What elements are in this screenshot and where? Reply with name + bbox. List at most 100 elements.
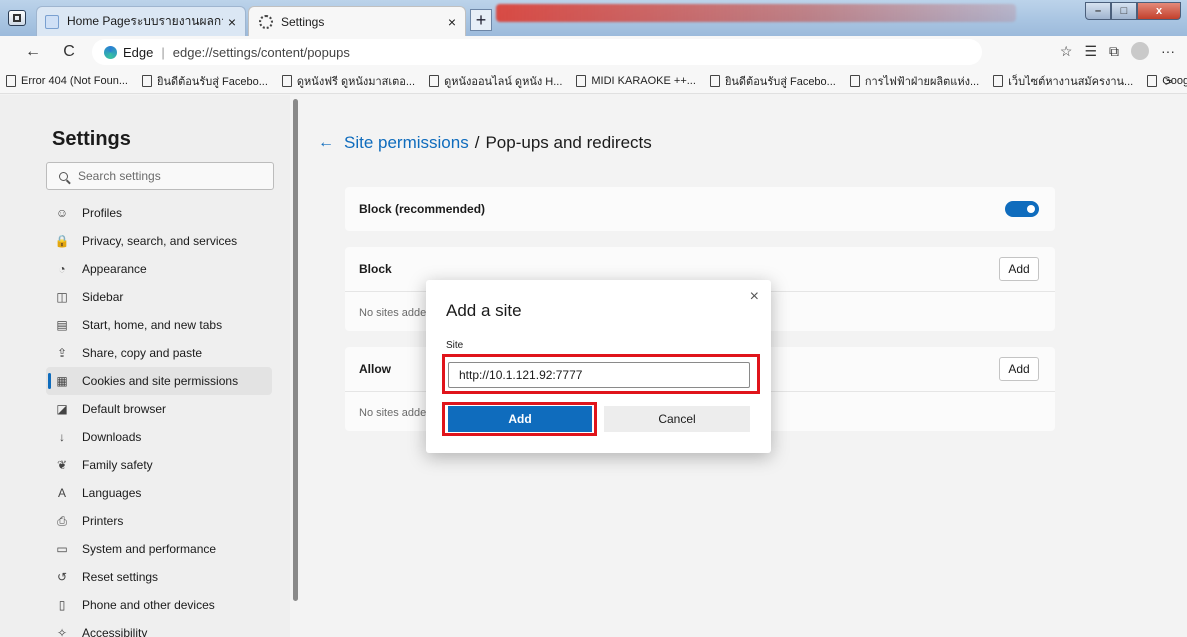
window-controls: – □ x <box>1085 2 1181 20</box>
refresh-button[interactable]: C <box>56 43 82 61</box>
reset-icon: ↺ <box>56 570 68 584</box>
breadcrumb-link[interactable]: Site permissions <box>344 133 469 153</box>
favorite-label: ยินดีต้อนรับสู่ Facebo... <box>724 75 836 88</box>
sidebar-item-reset-settings[interactable]: ↺ Reset settings <box>46 563 272 591</box>
favorite-label: การไฟฟ้าฝ่ายผลิตแห่ง... <box>864 75 980 88</box>
favorite-item[interactable]: ดูหนังออนไลน์ ดูหนัง H... <box>429 72 562 90</box>
block-empty-text: No sites added <box>359 307 433 319</box>
url-brand: Edge <box>123 44 154 60</box>
sidebar-item-label: Phone and other devices <box>82 598 215 612</box>
sidebar-item-default-browser[interactable]: ◪ Default browser <box>46 395 272 423</box>
sidebar-item-share-copy-and-paste[interactable]: ⇪ Share, copy and paste <box>46 339 272 367</box>
favorites-list-icon[interactable]: ☰ <box>1084 43 1097 60</box>
sidebar-item-downloads[interactable]: ↓ Downloads <box>46 423 272 451</box>
sidebar-item-start-home-and-new-tabs[interactable]: ▤ Start, home, and new tabs <box>46 311 272 339</box>
sidebar-item-label: Appearance <box>82 262 147 276</box>
sidebar-item-label: Sidebar <box>82 290 124 304</box>
sidebar-icon: ◫ <box>56 290 68 304</box>
sidebar-item-phone-and-other-devices[interactable]: ▯ Phone and other devices <box>46 591 272 619</box>
sidebar-item-label: Accessibility <box>82 626 148 637</box>
maximize-button[interactable]: □ <box>1111 2 1137 20</box>
tab-close-icon[interactable]: × <box>443 14 461 30</box>
favorite-item[interactable]: ยินดีต้อนรับสู่ Facebo... <box>709 72 836 90</box>
tab-close-icon[interactable]: × <box>223 14 241 30</box>
favorite-label: ดูหนังออนไลน์ ดูหนัง H... <box>444 75 563 88</box>
workspaces-icon[interactable] <box>8 10 26 26</box>
share-icon: ⇪ <box>56 346 68 360</box>
default-browser-icon: ◪ <box>56 402 68 416</box>
favorite-label: เว็บไซต์หางานสมัครงาน... <box>1008 75 1134 88</box>
breadcrumb-separator: / <box>474 133 480 152</box>
page-icon <box>142 74 152 87</box>
sidebar-item-label: Start, home, and new tabs <box>82 318 223 332</box>
chevron-right-icon[interactable]: > <box>1165 73 1173 89</box>
sidebar-item-sidebar[interactable]: ◫ Sidebar <box>46 283 272 311</box>
sidebar-item-family-safety[interactable]: ❦ Family safety <box>46 451 272 479</box>
favorite-item[interactable]: การไฟฟ้าฝ่ายผลิตแห่ง... <box>849 72 980 90</box>
site-input[interactable] <box>448 362 750 388</box>
sidebar-item-privacy-search-and-services[interactable]: 🔒 Privacy, search, and services <box>46 227 272 255</box>
tab-home-page[interactable]: Home Pageระบบรายงานผลการปฏิบั × <box>36 6 246 36</box>
sidebar-item-system-and-performance[interactable]: ▭ System and performance <box>46 535 272 563</box>
tab-title: Home Pageระบบรายงานผลการปฏิบั <box>67 14 223 28</box>
favorites-bar: Error 404 (Not Foun... ยินดีต้อนรับสู่ F… <box>0 68 1187 94</box>
title-bar: Home Pageระบบรายงานผลการปฏิบั × Settings… <box>0 0 1187 36</box>
back-arrow-icon[interactable]: ← <box>318 134 334 152</box>
url-field[interactable]: Edge | edge://settings/content/popups <box>92 39 982 65</box>
allow-add-button[interactable]: Add <box>999 357 1039 381</box>
search-input[interactable]: Search settings <box>46 162 274 190</box>
new-tab-button[interactable]: + <box>470 9 492 31</box>
allow-empty-text: No sites added <box>359 407 433 419</box>
add-button[interactable]: Add <box>448 406 592 432</box>
family-icon: ❦ <box>56 458 68 472</box>
more-icon[interactable]: ··· <box>1161 43 1175 59</box>
sidebar-scrollbar[interactable] <box>293 99 298 601</box>
favorite-item[interactable]: ยินดีต้อนรับสู่ Facebo... <box>142 72 268 90</box>
settings-title: Settings <box>52 128 131 150</box>
download-icon: ↓ <box>59 430 65 444</box>
back-button[interactable]: ← <box>20 43 46 61</box>
minimize-button[interactable]: – <box>1085 2 1111 20</box>
sidebar-item-label: Downloads <box>82 430 142 444</box>
sidebar-item-cookies-and-site-permissions[interactable]: ▦ Cookies and site permissions <box>46 367 272 395</box>
blurred-window-title <box>496 4 1016 22</box>
block-add-button[interactable]: Add <box>999 257 1039 281</box>
cancel-button[interactable]: Cancel <box>604 406 750 432</box>
favorite-label: Error 404 (Not Foun... <box>21 74 128 87</box>
page-icon <box>993 74 1004 87</box>
sidebar-item-languages[interactable]: A Languages <box>46 479 272 507</box>
edge-logo-icon <box>104 45 117 59</box>
sidebar-item-accessibility[interactable]: ✧ Accessibility <box>46 619 272 637</box>
sidebar-item-label: Profiles <box>82 206 123 220</box>
lock-icon: 🔒 <box>54 234 70 248</box>
page-icon <box>429 74 440 87</box>
favorite-item[interactable]: Error 404 (Not Foun... <box>6 74 128 87</box>
settings-sidebar: Settings Search settings ☺ Profiles 🔒 Priva… <box>0 95 290 637</box>
page-title: Pop-ups and redirects <box>485 133 652 152</box>
sidebar-item-profiles[interactable]: ☺ Profiles <box>46 199 272 227</box>
page-icon <box>709 74 720 87</box>
profile-icon: ☺ <box>55 206 69 220</box>
tab-settings[interactable]: Settings × <box>248 6 466 36</box>
block-toggle[interactable] <box>1005 201 1039 217</box>
sidebar-item-label: Default browser <box>82 402 167 416</box>
favorite-label: ดูหนังฟรี ดูหนังมาสเตอ... <box>296 75 416 88</box>
favorite-item[interactable]: MIDI KARAOKE ++... <box>576 74 696 87</box>
page-icon <box>576 74 587 87</box>
block-recommended-card: Block (recommended) <box>345 187 1055 231</box>
favorite-item[interactable]: ดูหนังฟรี ดูหนังมาสเตอ... <box>281 72 416 90</box>
sidebar-item-label: Languages <box>82 486 142 500</box>
settings-nav: ☺ Profiles 🔒 Privacy, search, and services ◔… <box>46 199 272 637</box>
collections-icon[interactable]: ⧉ <box>1109 43 1119 60</box>
close-icon[interactable]: × <box>750 288 759 306</box>
favorite-item[interactable]: เว็บไซต์หางานสมัครงาน... <box>993 72 1133 90</box>
site-label: Site <box>446 340 464 351</box>
profile-avatar-icon[interactable] <box>1131 42 1149 60</box>
printer-icon: ⎙ <box>57 513 67 528</box>
favorite-star-icon[interactable]: ☆ <box>1060 43 1073 60</box>
sidebar-item-label: Reset settings <box>82 570 159 584</box>
sidebar-item-printers[interactable]: ⎙ Printers <box>46 507 272 535</box>
sidebar-item-appearance[interactable]: ◔ Appearance <box>46 255 272 283</box>
toolbar-icons: ☆ ☰ ⧉ ··· <box>1060 42 1175 60</box>
close-window-button[interactable]: x <box>1137 2 1181 20</box>
